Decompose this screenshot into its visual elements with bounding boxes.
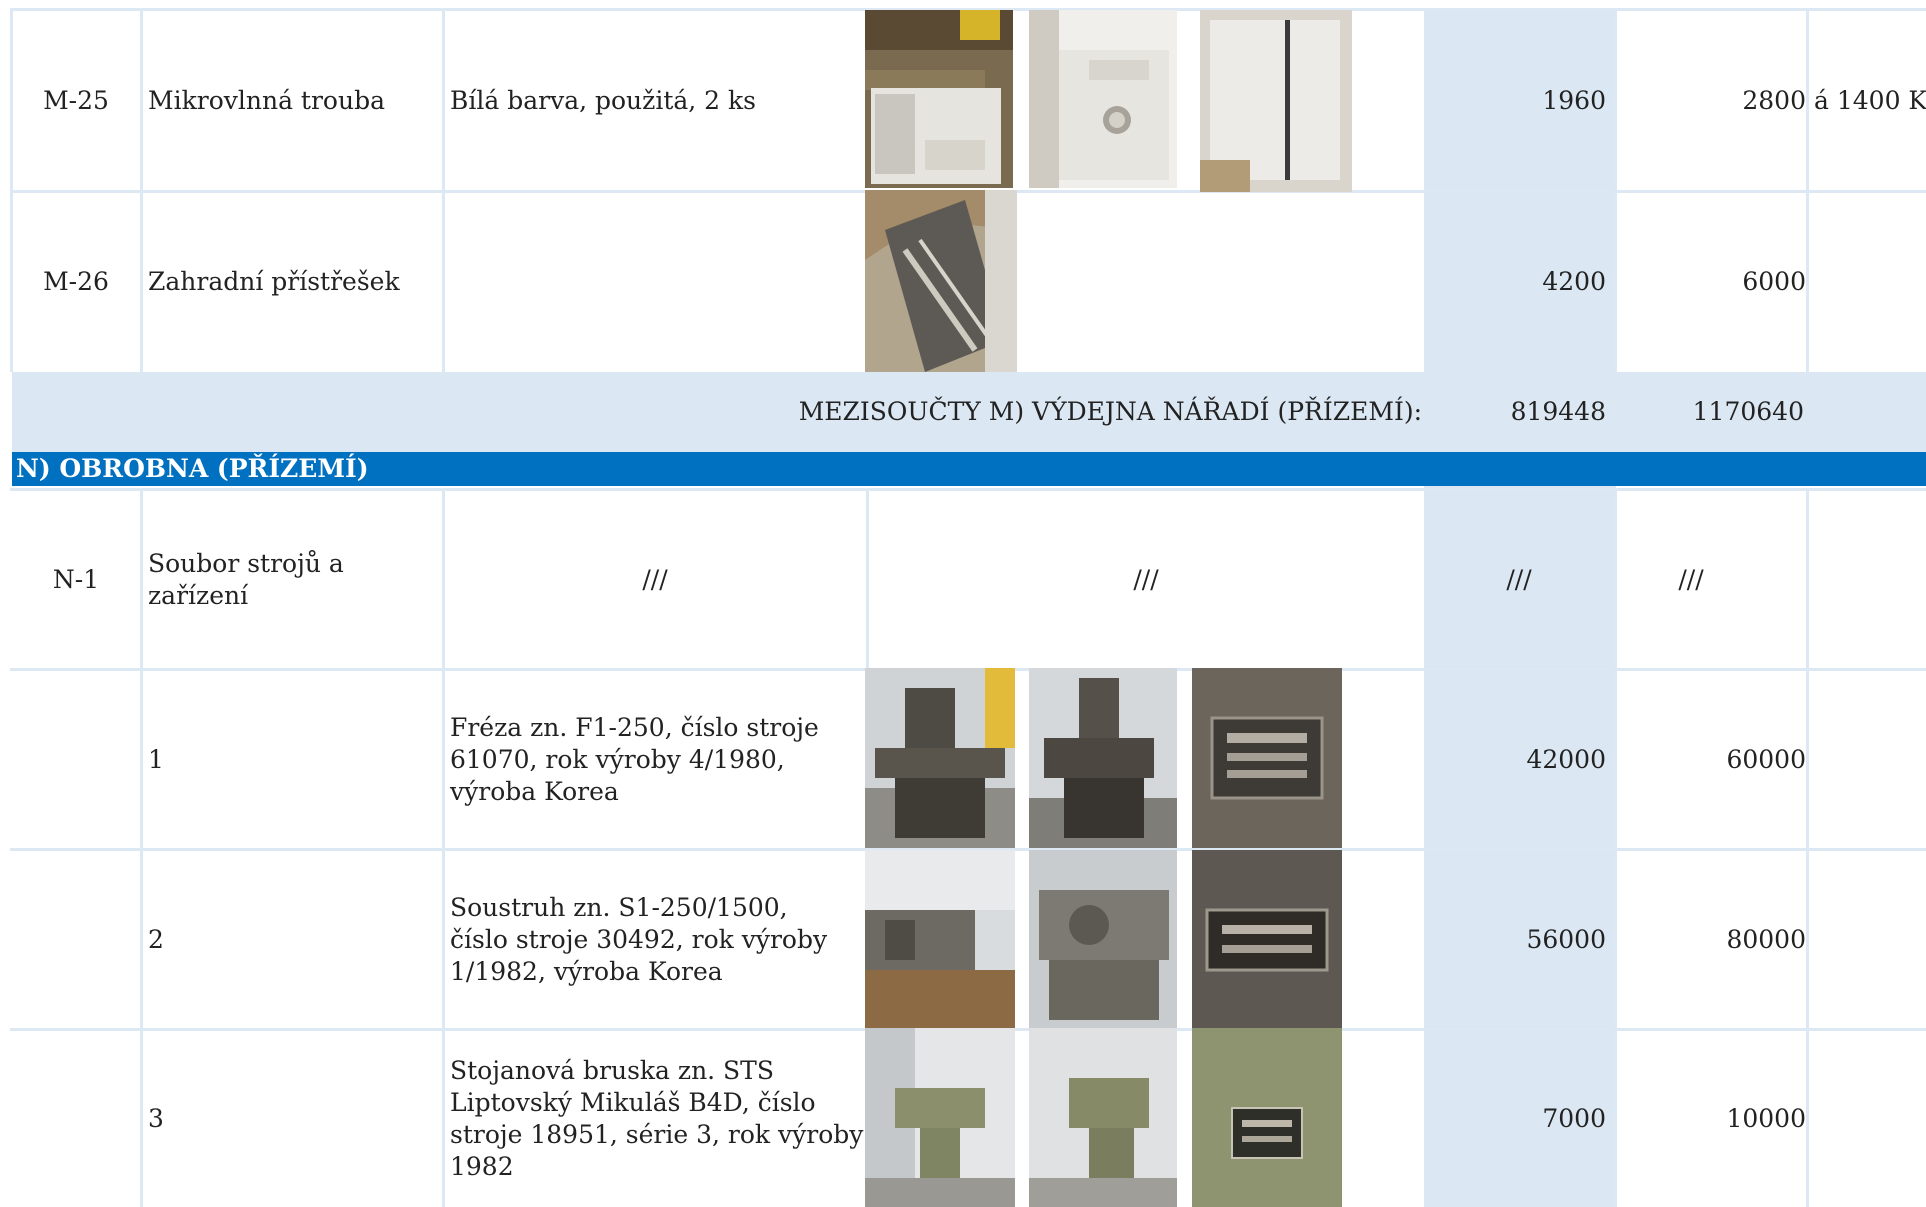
lathe-photo-1 — [865, 850, 1015, 1028]
grinder-photo-1 — [865, 1028, 1015, 1207]
item-number: 3 — [148, 1103, 164, 1133]
group-value-a: /// — [1506, 565, 1532, 594]
microwave-photo-1 — [865, 10, 1013, 188]
spreadsheet: M-25 Mikrovlnná trouba Bílá barva, použi… — [0, 0, 1926, 1207]
value-b: 6000 — [1742, 267, 1806, 296]
lathe-photo-2 — [1029, 850, 1177, 1028]
group-photos: /// — [1133, 565, 1159, 594]
subtotal-value-b: 1170640 — [1692, 397, 1804, 426]
item-description: Soustruh zn. S1-250/1500, číslo stroje 3… — [450, 893, 828, 986]
value-b: 10000 — [1726, 1103, 1806, 1133]
item-description: Stojanová bruska zn. STS Liptovský Mikul… — [450, 1055, 864, 1181]
item-number: 2 — [148, 925, 164, 954]
microwave-photo-2 — [1029, 10, 1177, 188]
value-a: 1960 — [1542, 86, 1606, 115]
item-description: Fréza zn. F1-250, číslo stroje 61070, ro… — [450, 713, 819, 806]
value-b: 2800 — [1742, 86, 1806, 115]
item-name: Zahradní přístřešek — [148, 267, 400, 296]
group-name: Soubor strojů a zařízení — [148, 549, 344, 610]
item-description — [444, 192, 864, 372]
group-description: /// — [642, 565, 668, 594]
grinder-photo-2 — [1029, 1028, 1177, 1207]
microwave-photo-3 — [1200, 10, 1352, 192]
item-code: M-25 — [43, 86, 109, 115]
subtotal-label: MEZISOUČTY M) VÝDEJNA NÁŘADÍ (PŘÍZEMÍ): — [798, 397, 1422, 426]
value-b: 60000 — [1726, 745, 1806, 774]
milling-machine-photo-1 — [865, 668, 1015, 848]
section-header: N) OBROBNA (PŘÍZEMÍ) — [12, 452, 1926, 486]
value-b: 80000 — [1726, 925, 1806, 954]
item-code: M-26 — [43, 267, 109, 296]
value-a: 56000 — [1526, 925, 1606, 954]
group-value-b: /// — [1678, 565, 1704, 594]
shelter-photo-1 — [865, 190, 1017, 372]
item-note: á 1400 Kč — [1814, 86, 1926, 115]
group-code: N-1 — [52, 565, 100, 594]
milling-nameplate-photo — [1192, 668, 1342, 848]
milling-machine-photo-2 — [1029, 668, 1177, 848]
value-a: 42000 — [1526, 745, 1606, 774]
subtotal-value-a: 819448 — [1510, 397, 1606, 426]
lathe-nameplate-photo — [1192, 850, 1342, 1028]
value-a: 4200 — [1542, 267, 1606, 296]
item-description: Bílá barva, použitá, 2 ks — [450, 86, 756, 115]
item-name: Mikrovlnná trouba — [148, 86, 385, 115]
item-number: 1 — [148, 745, 164, 774]
grinder-nameplate-photo — [1192, 1028, 1342, 1207]
value-a: 7000 — [1542, 1103, 1606, 1133]
